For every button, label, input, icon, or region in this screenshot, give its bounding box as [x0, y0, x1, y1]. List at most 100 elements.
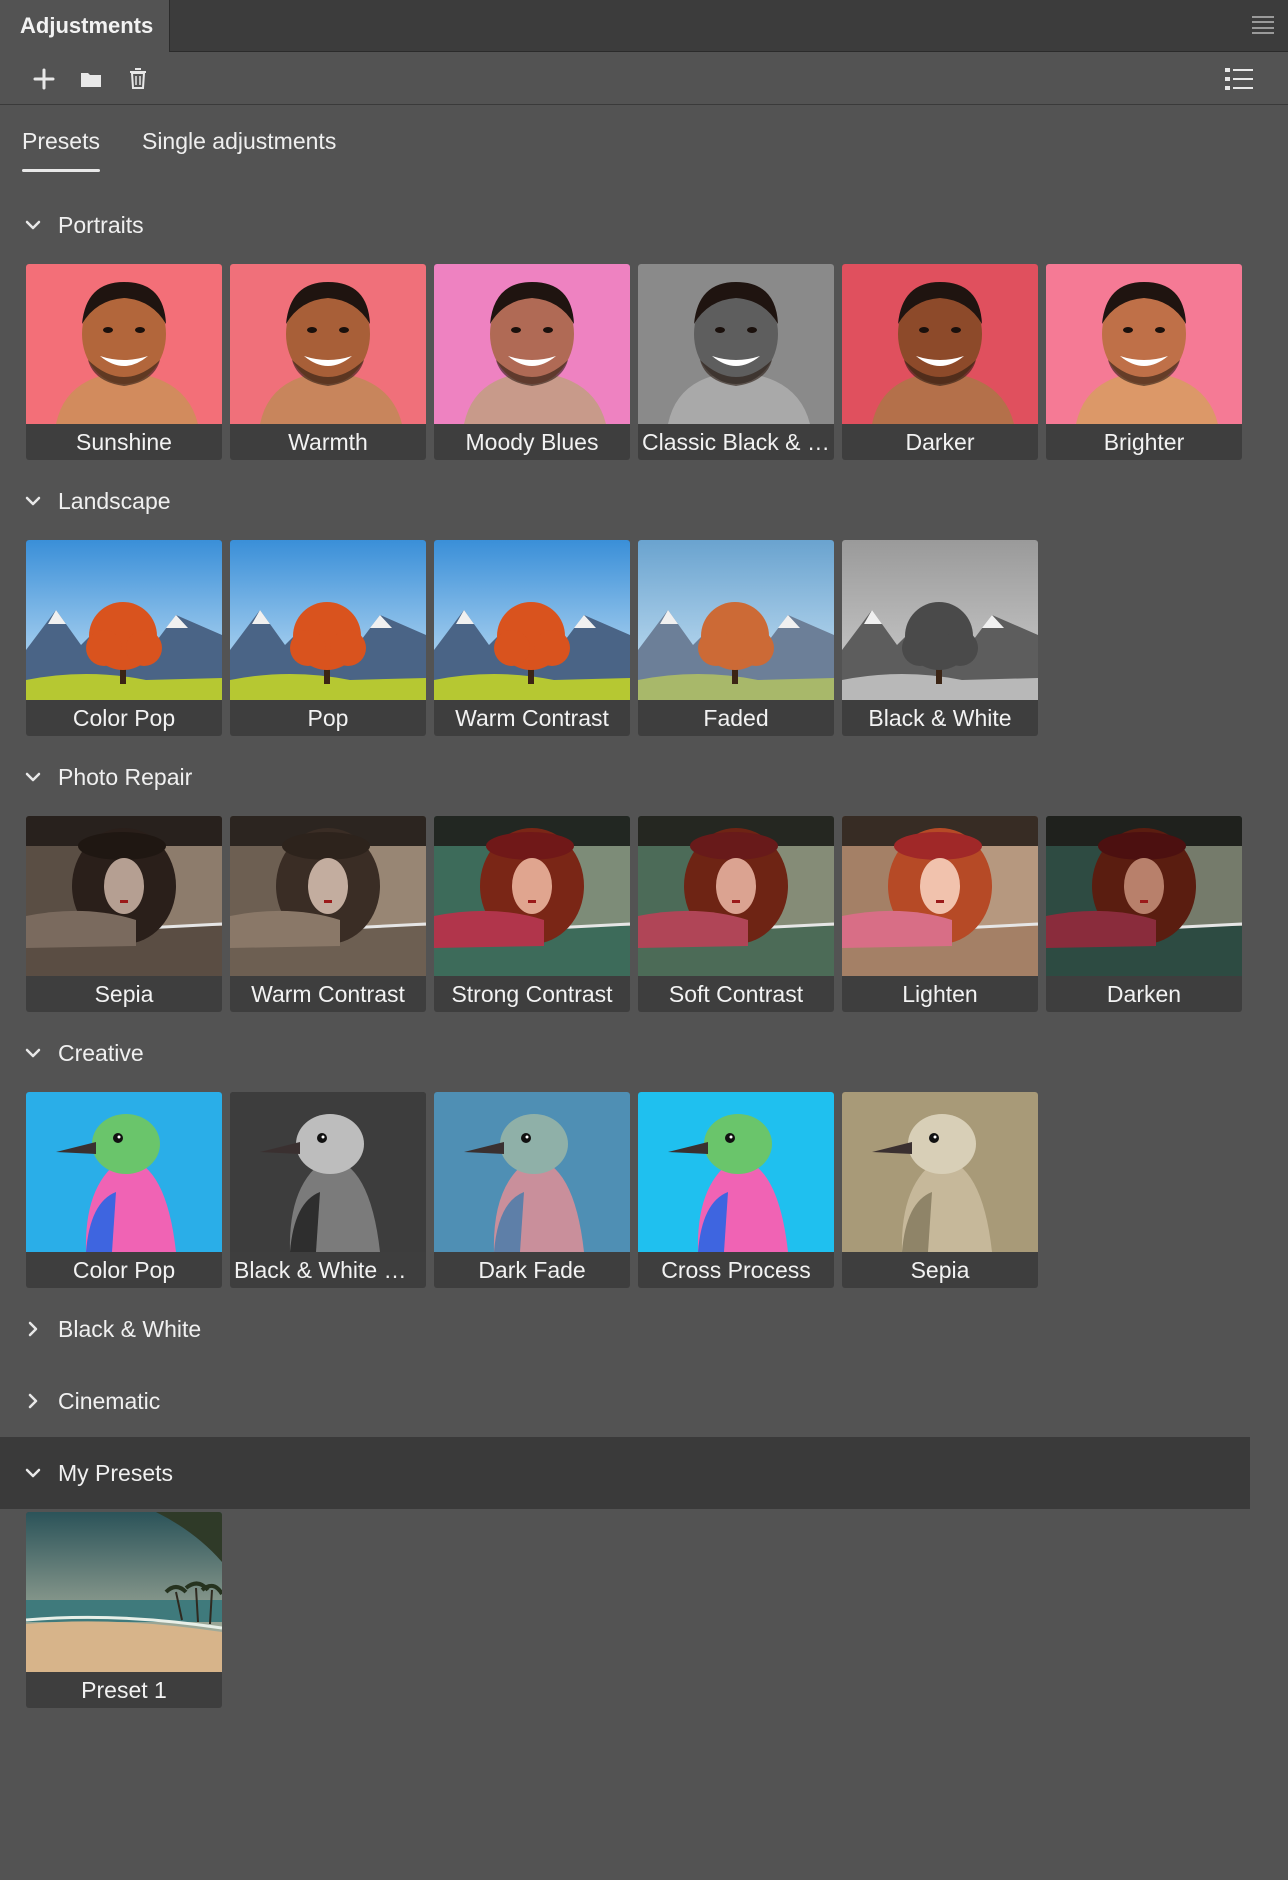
preset-thumbnail [230, 1092, 426, 1252]
preset-label: Lighten [902, 981, 978, 1007]
section-header-portraits[interactable]: Portraits [0, 189, 1250, 261]
panel-tab-adjustments[interactable]: Adjustments [0, 0, 170, 52]
chevron-down-icon [24, 1464, 42, 1482]
preset-grid-landscape: Color Pop Pop Warm Contrast Faded Black … [26, 540, 1038, 736]
section-title: Black & White [58, 1315, 202, 1342]
preset-label: Darken [1106, 981, 1182, 1007]
preset-label: Sepia [910, 1257, 970, 1283]
preset-tile-pop[interactable]: Pop [230, 540, 426, 736]
preset-thumbnail [26, 540, 222, 700]
preset-thumbnail [638, 1092, 834, 1252]
preset-tile-color-pop[interactable]: Color Pop [26, 1092, 222, 1288]
preset-label: Black & White [868, 705, 1012, 731]
preset-label: Brighter [1103, 429, 1185, 455]
preset-tile-faded[interactable]: Faded [638, 540, 834, 736]
preset-thumbnail [230, 816, 426, 976]
preset-tile-sepia[interactable]: Sepia [842, 1092, 1038, 1288]
preset-thumbnail [434, 1092, 630, 1252]
chevron-down-icon [24, 216, 42, 234]
preset-label: Classic Black & W... [642, 429, 834, 455]
section-header-black-and-white[interactable]: Black & White [0, 1293, 1250, 1365]
section-title: My Presets [58, 1459, 174, 1486]
section-header-landscape[interactable]: Landscape [0, 465, 1250, 537]
section-title: Landscape [58, 487, 171, 514]
tab-presets[interactable]: Presets [22, 124, 100, 172]
preset-tile-black-and-white[interactable]: Black & White [842, 540, 1038, 736]
preset-thumbnail [26, 816, 222, 976]
preset-grid-my-presets: Preset 1 [26, 1512, 222, 1708]
preset-tile-preset-1[interactable]: Preset 1 [26, 1512, 222, 1708]
preset-tile-color-pop[interactable]: Color Pop [26, 540, 222, 736]
chevron-down-icon [24, 492, 42, 510]
chevron-down-icon [24, 768, 42, 786]
chevron-down-icon [24, 1044, 42, 1062]
preset-label: Warmth [288, 429, 368, 455]
preset-thumbnail [434, 816, 630, 976]
preset-tile-darken[interactable]: Darken [1046, 816, 1242, 1012]
preset-thumbnail [26, 1092, 222, 1252]
preset-tile-sunshine[interactable]: Sunshine [26, 264, 222, 460]
preset-tile-warm-contrast[interactable]: Warm Contrast [230, 816, 426, 1012]
section-header-cinematic[interactable]: Cinematic [0, 1365, 1250, 1437]
plus-icon[interactable] [28, 63, 60, 95]
preset-label: Cross Process [661, 1257, 811, 1283]
preset-label: Warm Contrast [455, 705, 609, 731]
toolbar [0, 53, 1288, 105]
section-header-my-presets[interactable]: My Presets [0, 1437, 1250, 1509]
preset-tile-warm-contrast[interactable]: Warm Contrast [434, 540, 630, 736]
preset-label: Sepia [94, 981, 154, 1007]
section-header-creative[interactable]: Creative [0, 1017, 1250, 1089]
preset-tile-dark-fade[interactable]: Dark Fade [434, 1092, 630, 1288]
preset-tile-black-and-white-ne[interactable]: Black & White Ne... [230, 1092, 426, 1288]
preset-thumbnail [1046, 816, 1242, 976]
preset-label: Color Pop [72, 1257, 176, 1283]
preset-tile-warmth[interactable]: Warmth [230, 264, 426, 460]
preset-label: Moody Blues [465, 429, 599, 455]
list-view-icon[interactable] [1222, 63, 1256, 95]
panel-menu-icon[interactable] [1252, 16, 1274, 34]
preset-tile-strong-contrast[interactable]: Strong Contrast [434, 816, 630, 1012]
section-title: Cinematic [58, 1387, 161, 1414]
folder-icon[interactable] [75, 63, 107, 95]
preset-thumbnail [842, 264, 1038, 424]
preset-tile-lighten[interactable]: Lighten [842, 816, 1038, 1012]
preset-thumbnail [26, 1512, 222, 1672]
section-title: Portraits [58, 211, 144, 238]
preset-thumbnail [434, 540, 630, 700]
section-title: Photo Repair [58, 763, 193, 790]
preset-label: Pop [307, 705, 349, 731]
preset-grid-portraits: Sunshine Warmth Moody Blues Classic Blac… [26, 264, 1242, 460]
preset-label: Color Pop [72, 705, 176, 731]
section-title: Creative [58, 1039, 144, 1066]
preset-thumbnail [842, 816, 1038, 976]
preset-thumbnail [842, 1092, 1038, 1252]
panel-title: Adjustments [20, 13, 154, 38]
preset-label: Sunshine [76, 429, 172, 455]
preset-label: Faded [703, 705, 769, 731]
preset-tile-brighter[interactable]: Brighter [1046, 264, 1242, 460]
preset-thumbnail [230, 264, 426, 424]
preset-grid-photo-repair: Sepia Warm Contrast Strong Contrast Soft… [26, 816, 1242, 1012]
chevron-right-icon [24, 1320, 42, 1338]
preset-tile-classic-black-and-w[interactable]: Classic Black & W... [638, 264, 834, 460]
preset-label: Darker [905, 429, 975, 455]
trash-icon[interactable] [122, 63, 154, 95]
section-header-photo-repair[interactable]: Photo Repair [0, 741, 1250, 813]
preset-tile-cross-process[interactable]: Cross Process [638, 1092, 834, 1288]
preset-thumbnail [1046, 264, 1242, 424]
preset-tabs: Presets Single adjustments [22, 124, 336, 174]
preset-label: Black & White Ne... [234, 1257, 426, 1283]
preset-tile-soft-contrast[interactable]: Soft Contrast [638, 816, 834, 1012]
chevron-right-icon [24, 1392, 42, 1410]
preset-label: Warm Contrast [251, 981, 405, 1007]
preset-tile-sepia[interactable]: Sepia [26, 816, 222, 1012]
preset-tile-moody-blues[interactable]: Moody Blues [434, 264, 630, 460]
preset-thumbnail [842, 540, 1038, 700]
tab-single-adjustments[interactable]: Single adjustments [142, 124, 336, 172]
preset-thumbnail [26, 264, 222, 424]
preset-tile-darker[interactable]: Darker [842, 264, 1038, 460]
panel-titlebar: Adjustments [0, 0, 1288, 52]
preset-label: Preset 1 [81, 1677, 167, 1703]
preset-thumbnail [230, 540, 426, 700]
preset-grid-creative: Color Pop Black & White Ne... Dark Fade … [26, 1092, 1038, 1288]
